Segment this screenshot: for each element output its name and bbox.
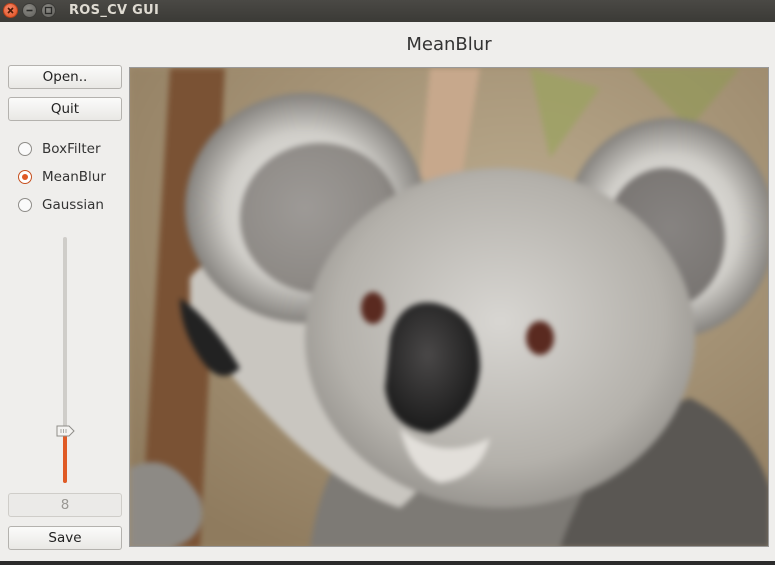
window-title: ROS_CV GUI — [69, 3, 160, 18]
radio-label: Gaussian — [42, 197, 104, 213]
minimize-icon — [26, 9, 33, 12]
open-button[interactable]: Open.. — [8, 65, 122, 89]
save-button[interactable]: Save — [8, 526, 122, 550]
kernel-size-slider-fill — [63, 431, 67, 483]
slider-handle-icon[interactable] — [56, 425, 75, 437]
maximize-window-button[interactable] — [41, 3, 56, 18]
close-window-button[interactable] — [3, 3, 18, 18]
bottom-border — [0, 561, 775, 565]
radio-button-icon[interactable] — [18, 198, 32, 212]
maximize-icon — [44, 6, 53, 15]
radio-button-icon[interactable] — [18, 142, 32, 156]
koala-photo — [130, 68, 768, 546]
quit-button[interactable]: Quit — [8, 97, 122, 121]
radio-label: MeanBlur — [42, 169, 106, 185]
image-display — [129, 67, 769, 547]
minimize-window-button[interactable] — [22, 3, 37, 18]
close-icon — [7, 7, 14, 14]
title-bar: ROS_CV GUI — [0, 0, 775, 22]
radio-button-selected-icon[interactable] — [18, 170, 32, 184]
radio-label: BoxFilter — [42, 141, 101, 157]
image-panel-title: MeanBlur — [406, 34, 492, 55]
kernel-size-value: 8 — [8, 493, 122, 517]
